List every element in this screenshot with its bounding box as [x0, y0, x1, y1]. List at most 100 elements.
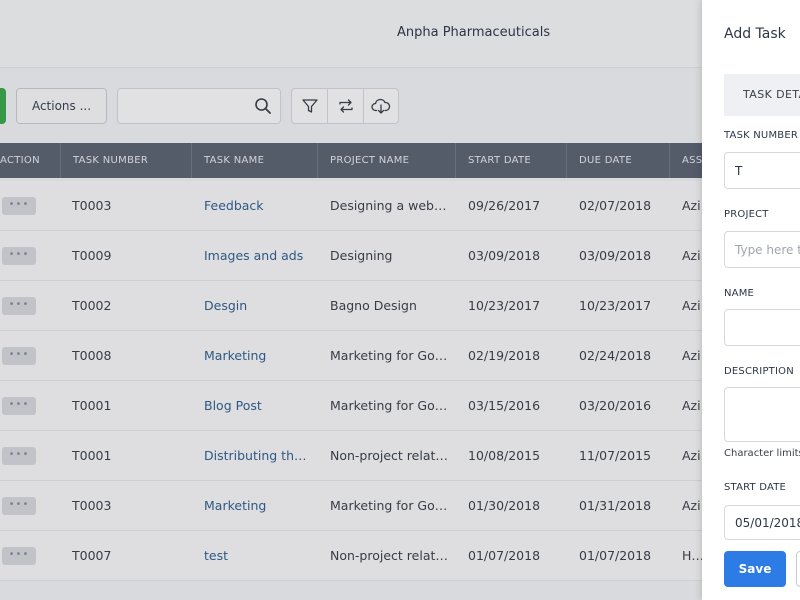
project-name-cell: Bagno Design — [330, 298, 417, 313]
table-row[interactable]: ••• T0007 test Non-project relate... 01/… — [0, 531, 702, 581]
task-number-cell: T0002 — [72, 298, 112, 313]
name-field[interactable] — [735, 310, 800, 345]
start-date-label: START DATE — [724, 482, 787, 493]
task-name-link[interactable]: Distributing the ... — [204, 431, 314, 481]
task-list-page: Anpha Pharmaceuticals Actions ... ACTION… — [0, 0, 800, 600]
start-date-cell: 10/08/2015 — [468, 448, 541, 463]
project-field[interactable] — [735, 232, 800, 267]
start-date-field[interactable] — [735, 506, 800, 539]
search-box — [117, 88, 281, 124]
assignee-cell: Azi — [682, 248, 701, 263]
task-name-link[interactable]: Marketing — [204, 331, 314, 381]
task-name-link[interactable]: Desgin — [204, 281, 314, 331]
tab-task-details[interactable]: TASK DETAILS — [724, 74, 800, 116]
column-header-due-date[interactable]: DUE DATE — [566, 143, 669, 178]
task-name-link[interactable]: Marketing — [204, 481, 314, 531]
table-row[interactable]: ••• T0002 Desgin Bagno Design 10/23/2017… — [0, 281, 702, 331]
swap-button[interactable] — [327, 89, 362, 123]
row-action-button[interactable]: ••• — [2, 497, 36, 515]
row-action-button[interactable]: ••• — [2, 397, 36, 415]
table-header: ACTION TASK NUMBER TASK NAME PROJECT NAM… — [0, 143, 702, 178]
description-field[interactable] — [735, 388, 800, 441]
task-number-field-wrap — [724, 152, 800, 189]
assignee-cell: Azi — [682, 348, 701, 363]
task-name-link[interactable]: test — [204, 531, 314, 581]
search-input[interactable] — [118, 89, 248, 123]
name-field-wrap — [724, 309, 800, 346]
table-row[interactable]: ••• T0008 Marketing Marketing for Goo...… — [0, 331, 702, 381]
task-name-link[interactable]: Blog Post — [204, 381, 314, 431]
start-date-cell: 02/19/2018 — [468, 348, 541, 363]
task-number-cell: T0003 — [72, 198, 112, 213]
project-name-cell: Marketing for Goo... — [330, 498, 452, 513]
task-name-link[interactable]: Images and ads — [204, 231, 314, 281]
table-row[interactable]: ••• T0003 Marketing Marketing for Goo...… — [0, 481, 702, 531]
toolbar-icon-group — [291, 88, 399, 124]
task-number-cell: T0001 — [72, 448, 112, 463]
filter-icon — [302, 99, 318, 113]
download-button[interactable] — [362, 89, 398, 123]
actions-button[interactable]: Actions ... — [16, 88, 107, 124]
task-number-cell: T0008 — [72, 348, 112, 363]
table-row[interactable]: ••• T0001 Distributing the ... Non-proje… — [0, 431, 702, 481]
table-row[interactable]: ••• T0001 Blog Post Marketing for Goo...… — [0, 381, 702, 431]
row-action-button[interactable]: ••• — [2, 547, 36, 565]
task-table: ACTION TASK NUMBER TASK NAME PROJECT NAM… — [0, 143, 702, 600]
top-bar: Anpha Pharmaceuticals — [0, 0, 800, 68]
task-number-field[interactable] — [735, 153, 800, 188]
project-name-cell: Non-project relate... — [330, 448, 452, 463]
filter-button[interactable] — [292, 89, 327, 123]
column-header-task-number[interactable]: TASK NUMBER — [60, 143, 191, 178]
task-name-link[interactable]: Feedback — [204, 181, 314, 231]
project-name-cell: Designing — [330, 248, 393, 263]
row-action-button[interactable]: ••• — [2, 247, 36, 265]
task-number-cell: T0003 — [72, 498, 112, 513]
swap-icon — [338, 99, 353, 113]
search-icon[interactable] — [254, 97, 272, 115]
row-action-button[interactable]: ••• — [2, 197, 36, 215]
name-label: NAME — [724, 288, 755, 299]
start-date-cell: 10/23/2017 — [468, 298, 541, 313]
due-date-cell: 02/07/2018 — [579, 198, 652, 213]
description-label: DESCRIPTION — [724, 366, 794, 377]
panel-title: Add Task — [724, 26, 786, 42]
due-date-cell: 01/31/2018 — [579, 498, 652, 513]
start-date-cell: 03/15/2016 — [468, 398, 541, 413]
column-header-assignee[interactable]: ASSI — [669, 143, 702, 178]
save-button[interactable]: Save — [724, 551, 786, 587]
start-date-field-wrap — [724, 505, 800, 540]
cloud-download-icon — [371, 98, 390, 114]
due-date-cell: 11/07/2015 — [579, 448, 652, 463]
project-name-cell: Designing a website — [330, 198, 452, 213]
row-action-button[interactable]: ••• — [2, 297, 36, 315]
add-button[interactable] — [0, 88, 6, 124]
assignee-cell: Azi — [682, 198, 701, 213]
row-action-button[interactable]: ••• — [2, 347, 36, 365]
start-date-cell: 01/07/2018 — [468, 548, 541, 563]
start-date-cell: 03/09/2018 — [468, 248, 541, 263]
row-action-button[interactable]: ••• — [2, 447, 36, 465]
column-header-task-name[interactable]: TASK NAME — [191, 143, 317, 178]
task-number-cell: T0001 — [72, 398, 112, 413]
column-header-project-name[interactable]: PROJECT NAME — [317, 143, 455, 178]
add-task-panel: Add Task TASK DETAILS TASK NUMBER PROJEC… — [702, 0, 800, 600]
task-number-cell: T0007 — [72, 548, 112, 563]
assignee-cell: Azi — [682, 448, 701, 463]
due-date-cell: 03/20/2016 — [579, 398, 652, 413]
column-header-action[interactable]: ACTION — [0, 143, 60, 178]
start-date-cell: 01/30/2018 — [468, 498, 541, 513]
table-row[interactable]: ••• T0009 Images and ads Designing 03/09… — [0, 231, 702, 281]
task-number-label: TASK NUMBER — [724, 130, 799, 141]
due-date-cell: 02/24/2018 — [579, 348, 652, 363]
assignee-cell: Azi — [682, 298, 701, 313]
due-date-cell: 10/23/2017 — [579, 298, 652, 313]
toolbar: Actions ... — [0, 88, 700, 124]
column-header-start-date[interactable]: START DATE — [455, 143, 566, 178]
project-field-wrap — [724, 231, 800, 268]
table-row[interactable]: ••• T0003 Feedback Designing a website 0… — [0, 181, 702, 231]
character-limit-hint: Character limits — [724, 448, 800, 459]
assignee-cell: Hel — [682, 548, 702, 563]
cancel-button[interactable] — [796, 551, 800, 587]
description-field-wrap — [724, 387, 800, 442]
task-number-cell: T0009 — [72, 248, 112, 263]
